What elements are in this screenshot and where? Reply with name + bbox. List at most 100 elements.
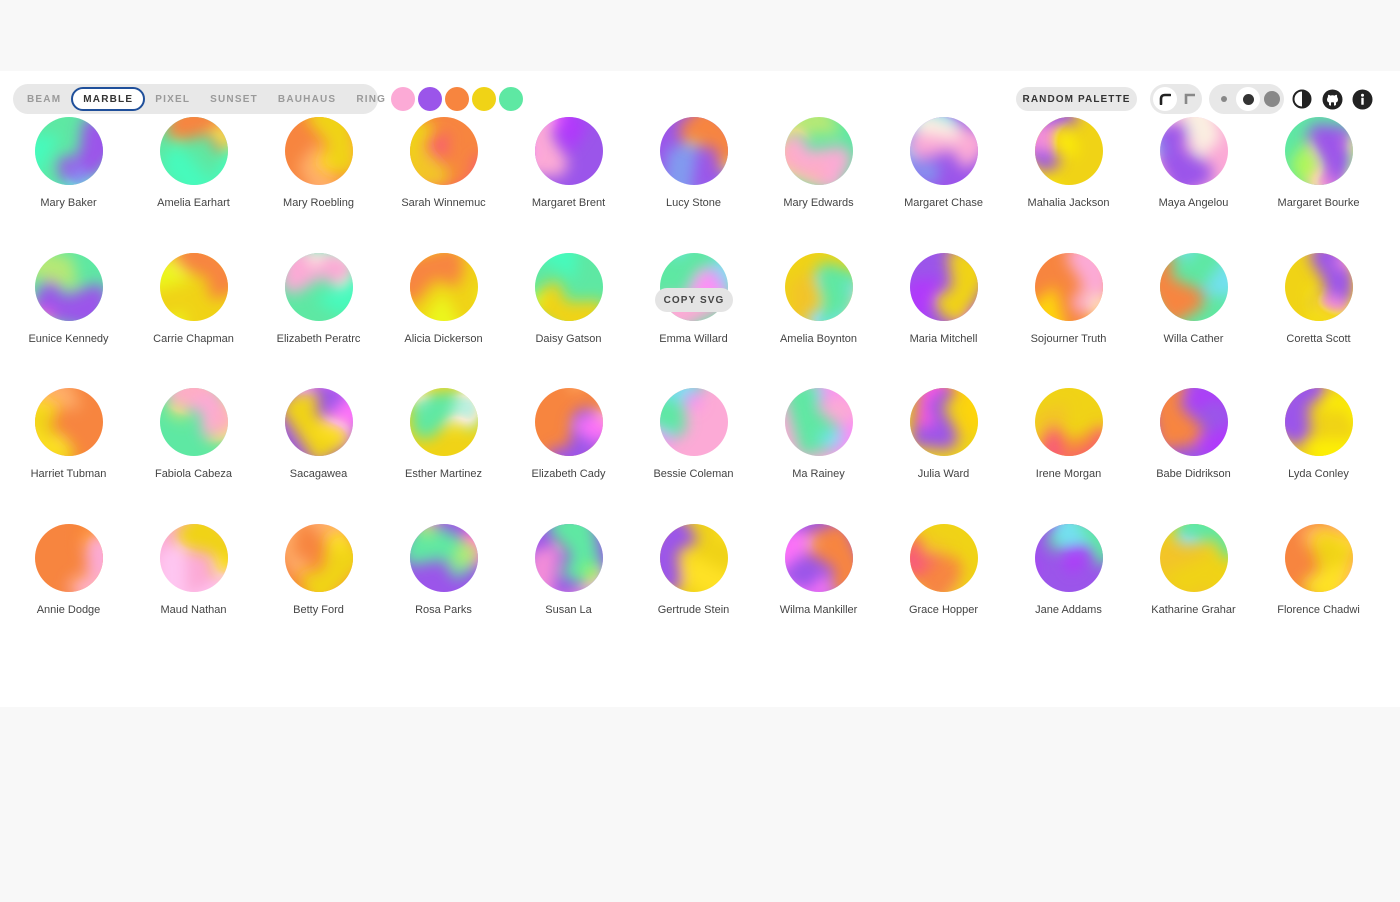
square-corner-icon[interactable]: [1179, 87, 1203, 111]
avatar-image[interactable]: [1035, 252, 1103, 321]
avatar-name: Lyda Conley: [1288, 468, 1349, 480]
avatar-image[interactable]: [785, 388, 853, 456]
avatar-image[interactable]: [285, 388, 353, 456]
avatar-card: Elizabeth Peratrc: [256, 252, 381, 373]
avatar-card: Ma Rainey: [756, 388, 881, 508]
avatar-name: Amelia Boynton: [779, 332, 858, 345]
size-toggle: [1209, 84, 1284, 114]
avatar-image[interactable]: [535, 523, 603, 592]
random-palette-button[interactable]: RANDOM PALETTE: [1016, 87, 1137, 111]
palette-swatch-4[interactable]: [472, 87, 496, 111]
variant-tab-pixel[interactable]: PIXEL: [145, 87, 200, 111]
contrast-icon[interactable]: [1291, 88, 1313, 110]
avatar-image[interactable]: [785, 252, 853, 321]
avatar-card: Esther Martinez: [381, 388, 506, 508]
avatar-card: Maud Nathan: [131, 523, 256, 644]
avatar-name: Jane Addams: [1035, 603, 1102, 616]
variant-tab-sunset[interactable]: SUNSET: [200, 87, 268, 111]
avatar-image[interactable]: [410, 388, 478, 456]
small-dot-icon[interactable]: [1212, 87, 1236, 111]
avatar-card: Eunice Kennedy: [6, 252, 131, 373]
avatar-name: Margaret Brent: [531, 197, 606, 209]
avatar-image[interactable]: [535, 252, 603, 321]
avatar-image[interactable]: [160, 523, 228, 592]
avatar-name: Amelia Earhart: [157, 197, 230, 209]
copy-svg-button[interactable]: COPY SVG: [655, 288, 733, 312]
avatar-card: Emma Willard: [631, 252, 756, 373]
palette-swatch-5[interactable]: [499, 87, 523, 111]
avatar-image[interactable]: [910, 252, 978, 321]
variant-tab-ring[interactable]: RING: [346, 87, 396, 111]
avatar-name: Sacagawea: [289, 468, 348, 480]
avatar-card: Grace Hopper: [881, 523, 1006, 644]
large-dot-icon[interactable]: [1260, 87, 1284, 111]
avatar-name: Mary Roebling: [283, 197, 354, 209]
avatar-name: Elizabeth Peratrc: [276, 332, 361, 345]
avatar-image[interactable]: [660, 523, 728, 592]
avatar-image[interactable]: [35, 117, 103, 185]
variant-tab-beam[interactable]: BEAM: [17, 87, 71, 111]
avatar-image[interactable]: [410, 117, 478, 185]
avatar-image[interactable]: [1035, 117, 1103, 185]
info-icon[interactable]: [1351, 88, 1373, 110]
palette-swatch-3[interactable]: [445, 87, 469, 111]
avatar-card: Wilma Mankiller: [756, 523, 881, 644]
github-icon[interactable]: [1321, 88, 1343, 110]
variant-tab-marble[interactable]: MARBLE: [71, 87, 146, 111]
avatar-card: Margaret Brent: [506, 117, 631, 237]
avatar-image[interactable]: [660, 117, 728, 185]
avatar-name: Katharine Grahar: [1151, 603, 1236, 616]
avatar-image[interactable]: [285, 252, 353, 321]
variant-tab-bauhaus[interactable]: BAUHAUS: [268, 87, 346, 111]
avatar-image[interactable]: [160, 252, 228, 321]
avatar-card: Gertrude Stein: [631, 523, 756, 644]
avatar-image[interactable]: [410, 252, 478, 321]
avatar-image[interactable]: [1160, 117, 1228, 185]
avatar-image[interactable]: [1285, 117, 1353, 185]
avatar-image[interactable]: [1285, 523, 1353, 592]
avatar-image[interactable]: [1035, 388, 1103, 456]
avatar-image[interactable]: [535, 388, 603, 456]
avatar-image[interactable]: [660, 388, 728, 456]
avatar-name: Carrie Chapman: [153, 332, 234, 345]
palette-swatch-2[interactable]: [418, 87, 442, 111]
avatar-image[interactable]: [785, 117, 853, 185]
avatar-card: Maria Mitchell: [881, 252, 1006, 373]
avatar-image[interactable]: [1160, 252, 1228, 321]
avatar-image[interactable]: [35, 252, 103, 321]
avatar-card: Mahalia Jackson: [1006, 117, 1131, 237]
avatar-image[interactable]: [285, 523, 353, 592]
avatar-image[interactable]: [535, 117, 603, 185]
avatar-image[interactable]: [1285, 388, 1353, 456]
avatar-image[interactable]: [1160, 388, 1228, 456]
avatar-image[interactable]: [1160, 523, 1228, 592]
avatar-image[interactable]: [285, 117, 353, 185]
avatar-card: Bessie Coleman: [631, 388, 756, 508]
medium-dot-icon[interactable]: [1236, 87, 1260, 111]
avatar-name: Mary Edwards: [783, 197, 854, 209]
avatar-image[interactable]: [910, 117, 978, 185]
avatar-name: Emma Willard: [659, 332, 728, 345]
avatar-image[interactable]: [785, 523, 853, 592]
palette-swatch-1[interactable]: [391, 87, 415, 111]
avatar-name: Elizabeth Cady: [531, 468, 606, 480]
avatar-card: Mary Edwards: [756, 117, 881, 237]
avatar-card: Amelia Earhart: [131, 117, 256, 237]
avatar-card: Rosa Parks: [381, 523, 506, 644]
avatar-image[interactable]: [35, 388, 103, 456]
toolbar: BEAM MARBLE PIXEL SUNSET BAUHAUS RING RANDOM …: [0, 84, 1400, 116]
avatar-name: Daisy Gatson: [535, 332, 602, 345]
avatar-image[interactable]: [160, 388, 228, 456]
rounded-corner-icon[interactable]: [1153, 87, 1177, 111]
avatar-image[interactable]: [410, 523, 478, 592]
avatar-image[interactable]: [160, 117, 228, 185]
avatar-card: Fabiola Cabeza: [131, 388, 256, 508]
avatar-image[interactable]: [1285, 252, 1353, 321]
avatar-card: Katharine Grahar: [1131, 523, 1256, 644]
avatar-card: Harriet Tubman: [6, 388, 131, 508]
avatar-image[interactable]: [1035, 523, 1103, 592]
avatar-image[interactable]: [35, 523, 103, 592]
avatar-card: Margaret Chase: [881, 117, 1006, 237]
avatar-image[interactable]: [910, 523, 978, 592]
avatar-image[interactable]: [910, 388, 978, 456]
